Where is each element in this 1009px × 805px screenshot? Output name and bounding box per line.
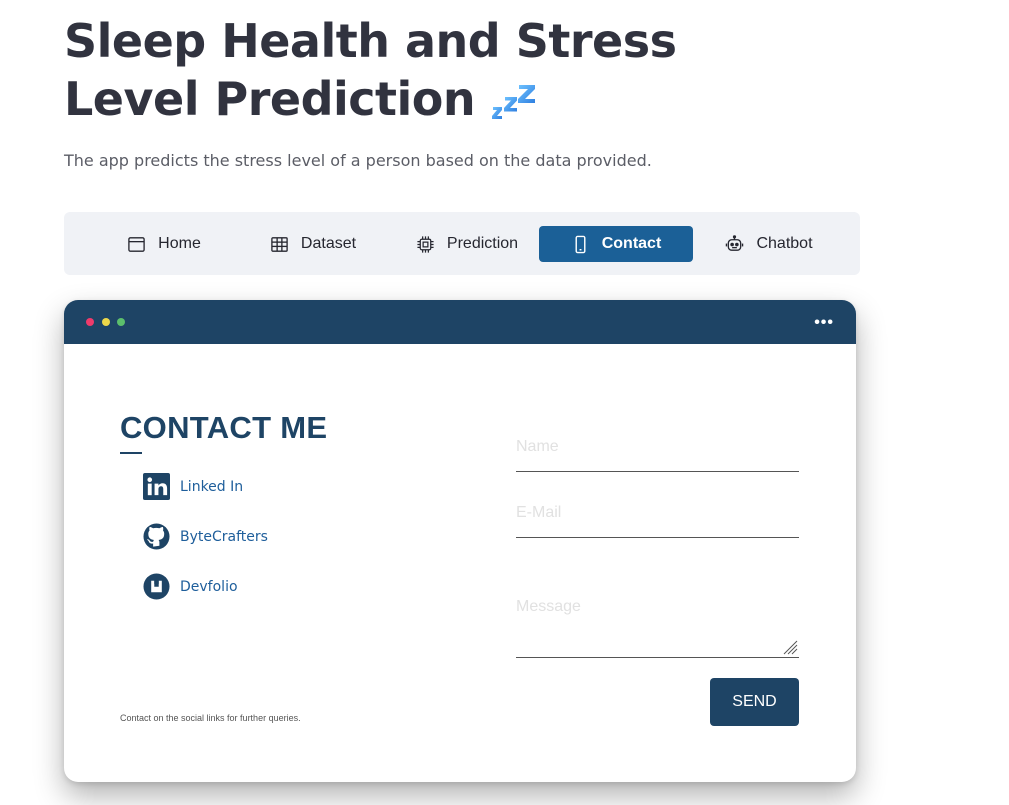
window-icon — [128, 236, 145, 252]
contact-title: CONTACT ME — [120, 410, 328, 445]
nav-item-label: Dataset — [300, 235, 357, 252]
more-options-icon[interactable]: ••• — [814, 314, 834, 332]
option-menu: Home Dataset Prediction Contact Chatbot — [64, 212, 860, 275]
page-title-text: Sleep Health and Stress Level Prediction — [64, 14, 677, 126]
nav-item-label: Prediction — [446, 235, 519, 252]
nav-item-chatbot[interactable]: Chatbot — [716, 226, 822, 262]
social-link-label[interactable]: ByteCrafters — [180, 529, 268, 545]
nav-item-label: Home — [158, 235, 201, 252]
nav-item-label: Chatbot — [756, 235, 813, 252]
footer-note: Contact on the social links for further … — [120, 713, 301, 723]
contact-window: ••• CONTACT ME Linked In ByteCrafters De… — [64, 300, 856, 782]
social-link-github[interactable]: ByteCrafters — [143, 523, 268, 550]
github-icon — [143, 523, 170, 550]
message-field[interactable] — [516, 598, 799, 656]
message-field-wrapper — [516, 598, 799, 658]
social-link-label[interactable]: Devfolio — [180, 579, 238, 595]
table-icon — [271, 236, 288, 252]
nav-item-label: Contact — [601, 235, 662, 252]
phone-icon — [575, 235, 586, 253]
devfolio-icon — [143, 573, 170, 600]
resize-grip-icon[interactable] — [782, 639, 798, 655]
robot-icon — [726, 234, 744, 251]
page-title: Sleep Health and Stress Level Prediction — [64, 12, 824, 128]
social-link-linkedin[interactable]: Linked In — [143, 473, 243, 500]
zzz-icon — [492, 84, 536, 119]
name-field-wrapper — [516, 438, 799, 472]
social-link-devfolio[interactable]: Devfolio — [143, 573, 238, 600]
nav-item-prediction[interactable]: Prediction — [402, 226, 532, 262]
window-minimize-dot — [102, 318, 110, 326]
cpu-icon — [417, 235, 434, 253]
nav-item-dataset[interactable]: Dataset — [254, 226, 372, 262]
title-underline — [120, 452, 142, 454]
email-field-wrapper — [516, 504, 799, 538]
window-title-bar: ••• — [64, 300, 856, 344]
linkedin-icon — [143, 473, 170, 500]
nav-item-home[interactable]: Home — [108, 226, 220, 262]
name-field[interactable] — [516, 438, 799, 456]
email-field[interactable] — [516, 504, 799, 522]
window-maximize-dot — [117, 318, 125, 326]
send-button[interactable]: SEND — [710, 678, 799, 726]
page-subtitle: The app predicts the stress level of a p… — [64, 151, 652, 170]
nav-item-contact[interactable]: Contact — [539, 226, 693, 262]
social-link-label[interactable]: Linked In — [180, 479, 243, 495]
window-close-dot — [86, 318, 94, 326]
